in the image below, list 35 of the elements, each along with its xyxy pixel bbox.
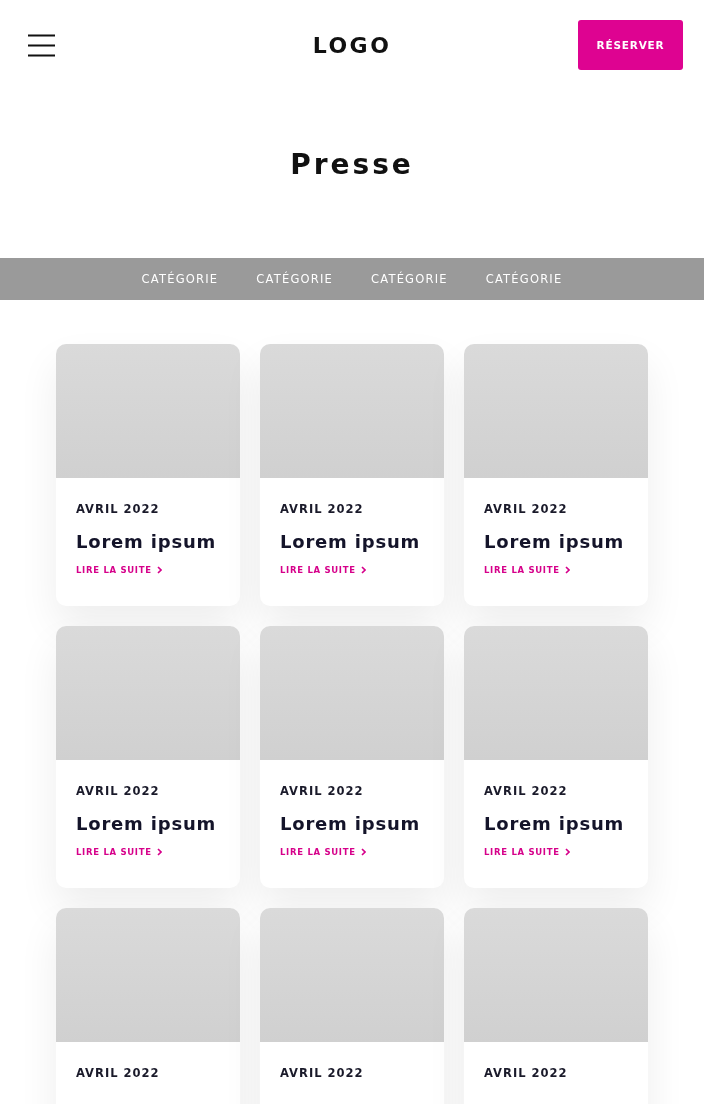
article-date: AVRIL 2022: [280, 1066, 365, 1080]
chevron-icon: [360, 848, 366, 856]
article-title: Lorem ipsum: [280, 531, 422, 552]
read-more-link[interactable]: LIRE LA SUITE: [76, 565, 162, 575]
article-title: Lorem ipsum: [484, 813, 626, 834]
article-date: AVRIL 2022: [76, 784, 161, 798]
article-title: Lorem ipsum: [76, 531, 218, 552]
category-link[interactable]: CATÉGORIE: [141, 272, 219, 286]
article-date: AVRIL 2022: [484, 1066, 569, 1080]
category-link[interactable]: CATÉGORIE: [485, 272, 563, 286]
read-more-link[interactable]: LIRE LA SUITE: [484, 565, 570, 575]
article-date: AVRIL 2022: [280, 784, 365, 798]
read-more-link[interactable]: LIRE LA SUITE: [280, 847, 366, 857]
chevron-icon: [156, 848, 162, 856]
category-link[interactable]: CATÉGORIE: [256, 272, 333, 286]
reserve-button[interactable]: RÉSERVER: [578, 20, 683, 70]
article-date: AVRIL 2022: [484, 784, 569, 798]
article-title: Lorem ipsum: [484, 531, 626, 552]
article-date: AVRIL 2022: [280, 502, 365, 516]
menu-icon[interactable]: [28, 33, 55, 57]
article-date: AVRIL 2022: [484, 502, 569, 516]
article-title: Lorem ipsum: [76, 813, 218, 834]
read-more-link[interactable]: LIRE LA SUITE: [484, 847, 570, 857]
chevron-icon: [156, 566, 162, 574]
read-more-link[interactable]: LIRE LA SUITE: [76, 847, 162, 857]
chevron-icon: [564, 566, 570, 574]
page-title: Presse: [289, 147, 415, 183]
read-more-link[interactable]: LIRE LA SUITE: [280, 565, 366, 575]
article-date: AVRIL 2022: [76, 502, 161, 516]
logo: LOGO: [312, 32, 392, 58]
chevron-icon: [564, 848, 570, 856]
article-date: AVRIL 2022: [76, 1066, 161, 1080]
chevron-icon: [360, 566, 366, 574]
article-title: Lorem ipsum: [280, 813, 422, 834]
category-link[interactable]: CATÉGORIE: [371, 272, 448, 286]
